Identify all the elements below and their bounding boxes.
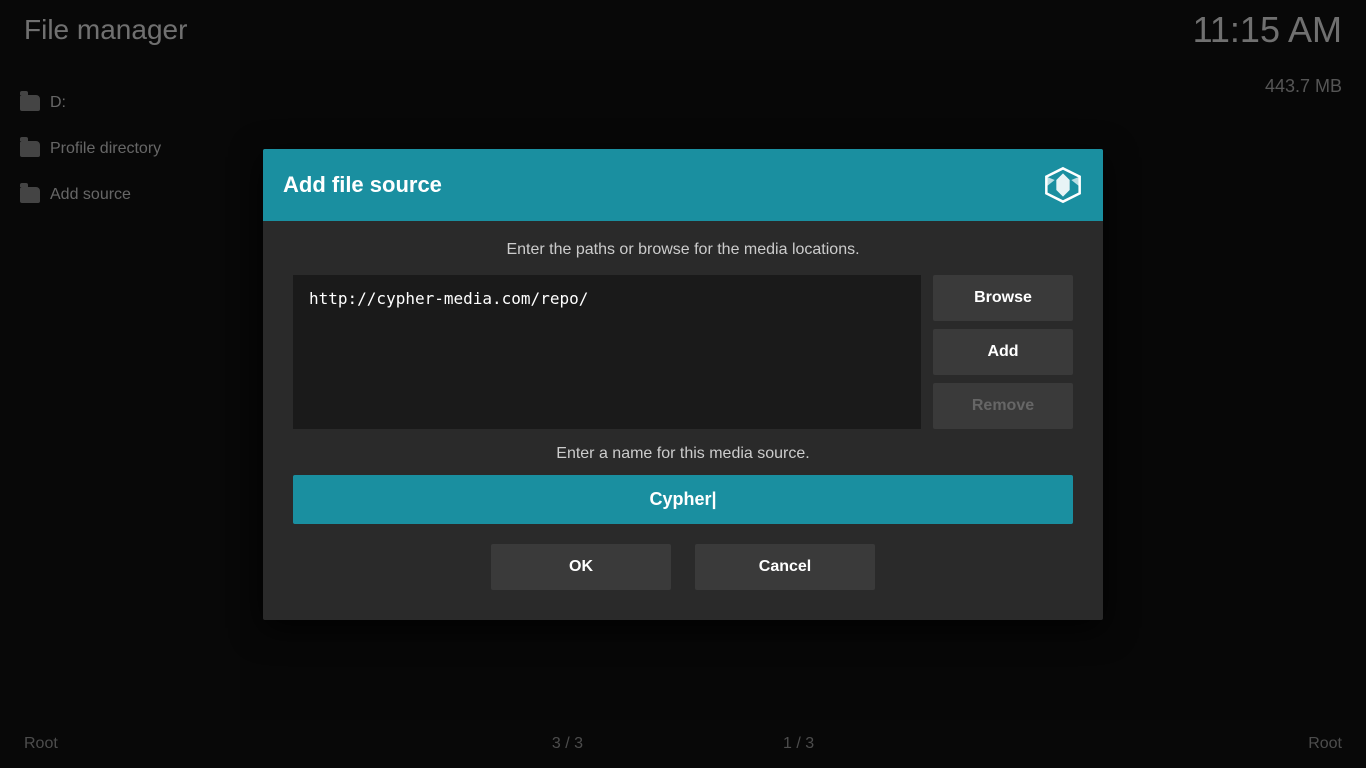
kodi-logo-icon <box>1043 165 1083 205</box>
add-file-source-dialog: Add file source Enter the paths or brows… <box>263 149 1103 620</box>
dialog-actions: OK Cancel <box>293 544 1073 590</box>
source-row: Browse Add Remove <box>293 275 1073 429</box>
browse-button[interactable]: Browse <box>933 275 1073 321</box>
cancel-button[interactable]: Cancel <box>695 544 875 590</box>
url-input[interactable] <box>293 275 921 429</box>
source-buttons: Browse Add Remove <box>933 275 1073 429</box>
ok-button[interactable]: OK <box>491 544 671 590</box>
dialog-overlay: Add file source Enter the paths or brows… <box>0 0 1366 768</box>
dialog-body: Enter the paths or browse for the media … <box>263 221 1103 620</box>
source-name-input[interactable] <box>293 475 1073 524</box>
remove-button[interactable]: Remove <box>933 383 1073 429</box>
dialog-top-instruction: Enter the paths or browse for the media … <box>293 241 1073 259</box>
dialog-name-instruction: Enter a name for this media source. <box>293 445 1073 463</box>
add-button[interactable]: Add <box>933 329 1073 375</box>
dialog-header: Add file source <box>263 149 1103 221</box>
dialog-title: Add file source <box>283 172 442 198</box>
